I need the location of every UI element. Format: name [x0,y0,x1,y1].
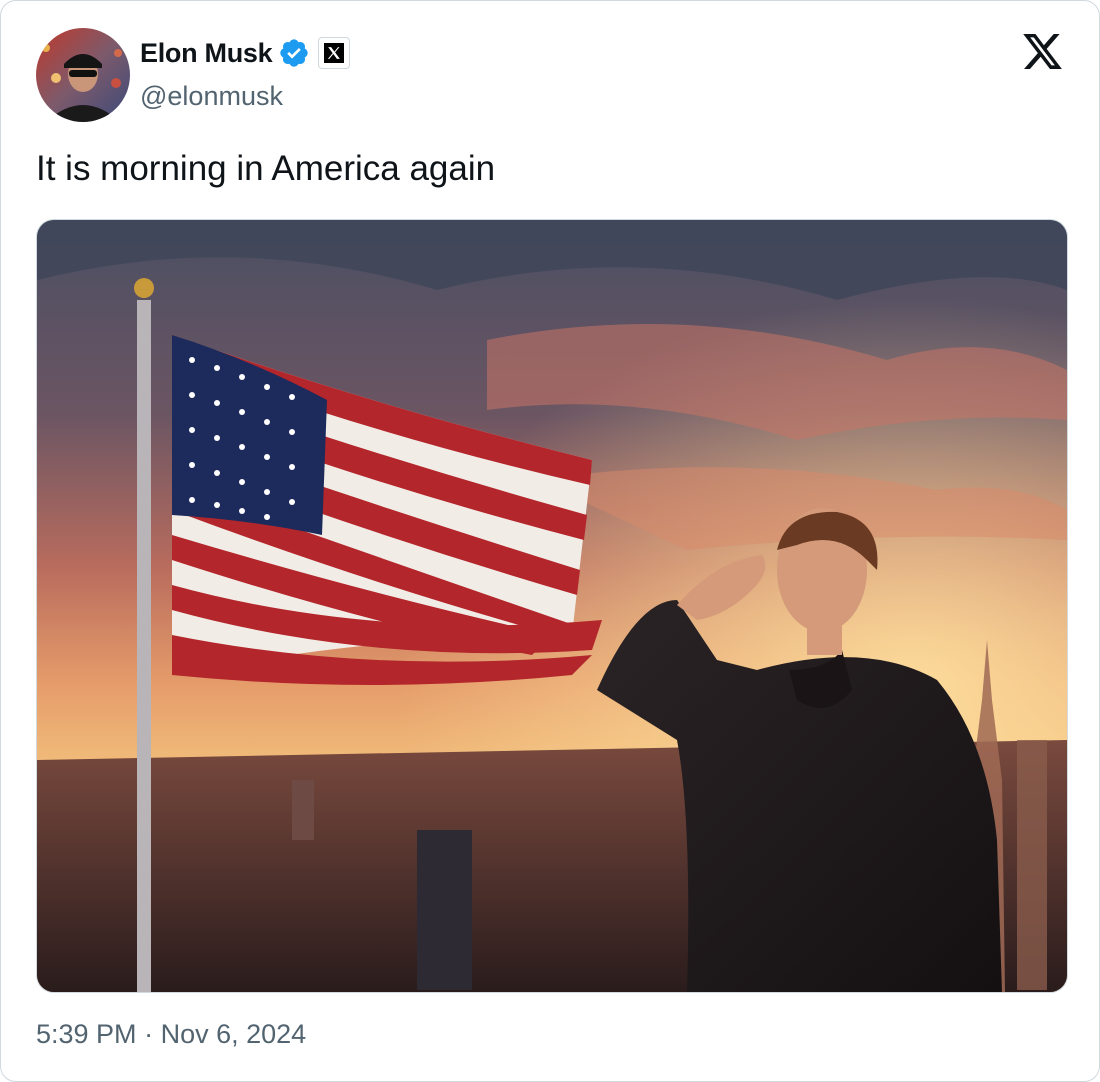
avatar[interactable] [36,28,130,122]
tweet-timestamp[interactable]: 5:39 PM · Nov 6, 2024 [36,1019,306,1050]
author-row: Elon Musk [140,35,351,71]
x-logo-icon[interactable] [1020,30,1065,73]
author-handle[interactable]: @elonmusk [140,81,283,112]
tweet-text: It is morning in America again [36,149,496,188]
tweet-time: 5:39 PM [36,1019,137,1049]
tweet-card: Elon Musk @elonmusk It is morning in Ame… [0,0,1100,1082]
tweet-date: Nov 6, 2024 [160,1019,307,1049]
timestamp-separator: · [144,1019,154,1049]
author-name[interactable]: Elon Musk [140,38,273,69]
verified-badge-icon [280,39,308,67]
x-affiliate-icon [318,37,351,69]
tweet-media-image[interactable] [36,219,1068,993]
